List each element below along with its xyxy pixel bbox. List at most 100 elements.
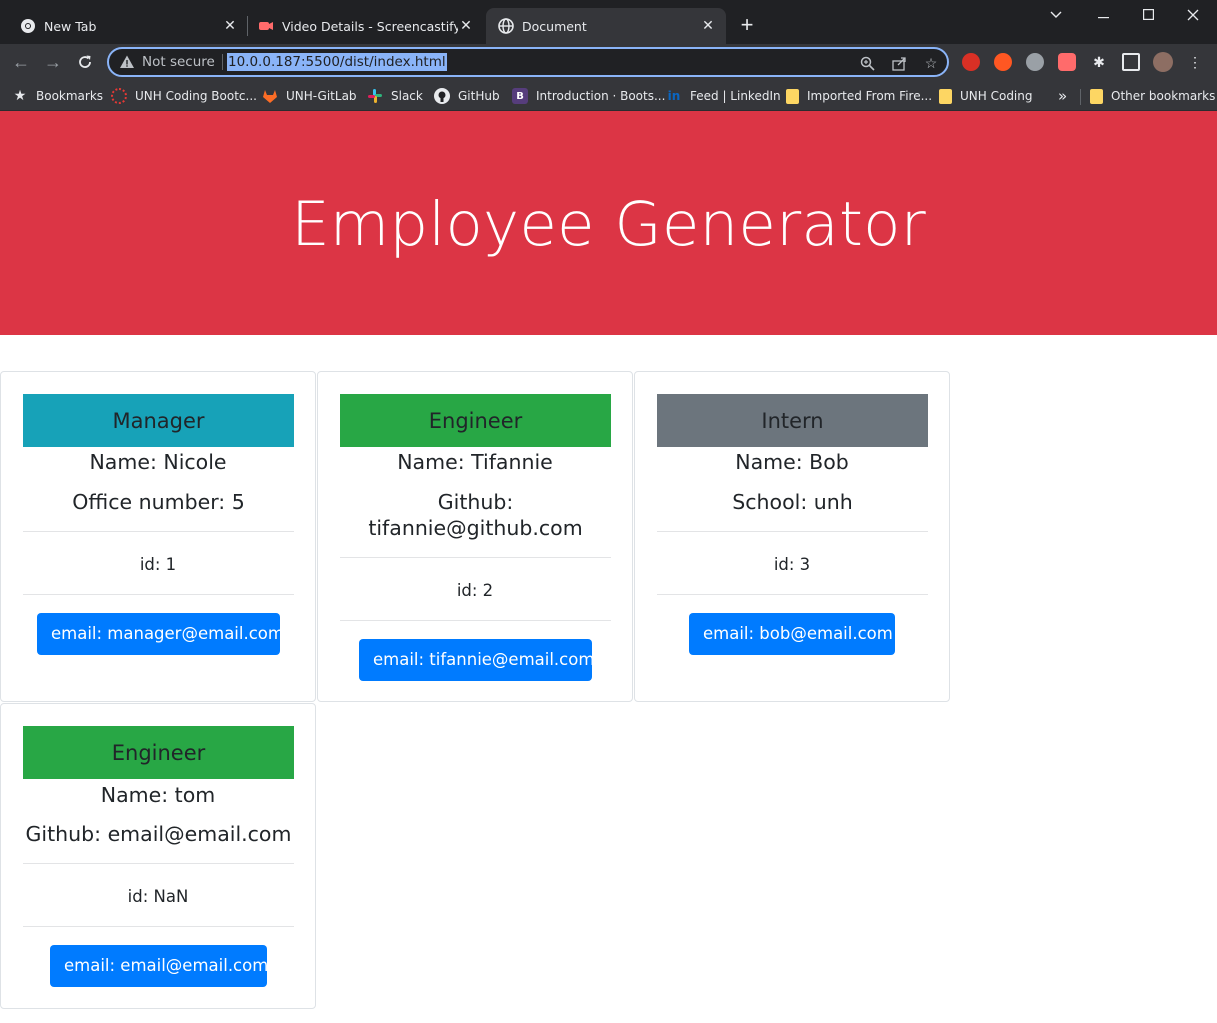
divider xyxy=(657,531,928,532)
unh-icon xyxy=(111,88,127,104)
music-extension-icon[interactable] xyxy=(1026,53,1044,71)
gitlab-icon xyxy=(262,88,278,104)
bookmark-label: Feed | LinkedIn xyxy=(690,89,781,103)
bookmark-label: UNH Coding xyxy=(960,89,1033,103)
bookmark-bootstrap[interactable]: B Introduction · Boots... xyxy=(512,85,665,107)
slack-icon xyxy=(367,88,383,104)
back-arrow-icon[interactable]: ← xyxy=(9,50,33,74)
bookmarks-bar: ★ Bookmarks UNH Coding Bootc... UNH-GitL… xyxy=(0,80,1217,111)
new-tab-button[interactable]: + xyxy=(737,14,757,38)
email-button[interactable]: email: email@email.com xyxy=(50,945,268,987)
card-role-header: Engineer xyxy=(340,394,611,447)
bookmark-label: UNH Coding Bootc... xyxy=(135,89,257,103)
screencastify-icon xyxy=(258,18,274,34)
bookmark-bookmarks[interactable]: ★ Bookmarks xyxy=(12,85,103,107)
bookmarks-overflow-chevron-icon[interactable]: » xyxy=(1058,85,1067,107)
card-role-header: Engineer xyxy=(23,726,294,779)
email-button[interactable]: email: manager@email.com xyxy=(37,613,284,655)
tab-document[interactable]: Document ✕ xyxy=(486,8,726,44)
email-button[interactable]: email: tifannie@email.com xyxy=(359,639,594,681)
employee-name: Name: Nicole xyxy=(89,450,227,474)
card-role-header: Intern xyxy=(657,394,928,447)
bookmark-linkedin[interactable]: in Feed | LinkedIn xyxy=(666,85,781,107)
employee-office-number: Office number: 5 xyxy=(72,490,245,514)
card-role-header: Manager xyxy=(23,394,294,447)
divider xyxy=(23,926,294,927)
bookmark-label: Imported From Fire... xyxy=(807,89,933,103)
divider xyxy=(23,594,294,595)
bookmark-github[interactable]: GitHub xyxy=(434,85,500,107)
close-icon[interactable]: ✕ xyxy=(222,18,238,34)
url-text[interactable]: 10.0.0.187:5500/dist/index.html xyxy=(227,53,447,71)
page-title: Employee Generator xyxy=(291,189,926,260)
employee-github-value: tifannie@github.com xyxy=(368,516,583,540)
bookmark-other-bookmarks[interactable]: Other bookmarks xyxy=(1090,85,1215,107)
star-bookmark-icon[interactable]: ☆ xyxy=(921,53,941,73)
folder-icon xyxy=(1090,88,1103,104)
globe-icon xyxy=(498,18,514,34)
bookmark-unh-gitlab[interactable]: UNH-GitLab xyxy=(262,85,357,107)
close-icon[interactable]: ✕ xyxy=(700,18,716,34)
side-panel-icon[interactable] xyxy=(1122,53,1140,71)
profile-avatar[interactable] xyxy=(1153,52,1173,72)
puzzle-extensions-icon[interactable]: ✱ xyxy=(1090,53,1108,71)
divider xyxy=(23,531,294,532)
bookmark-label: Introduction · Boots... xyxy=(536,89,666,103)
tab-title: New Tab xyxy=(44,18,97,34)
kebab-menu-icon[interactable]: ⋮ xyxy=(1186,53,1204,71)
maximize-icon[interactable] xyxy=(1125,4,1171,26)
github-icon xyxy=(434,88,450,104)
share-icon[interactable] xyxy=(889,53,909,73)
tab-new-tab[interactable]: New Tab ✕ xyxy=(8,8,248,44)
star-icon: ★ xyxy=(13,88,27,104)
tab-screencastify[interactable]: Video Details - Screencastify ✕ xyxy=(248,8,484,44)
cloud-extension-icon[interactable] xyxy=(994,53,1012,71)
header-jumbotron: Employee Generator xyxy=(0,111,1217,335)
employee-id: id: 2 xyxy=(456,581,494,600)
tab-title: Video Details - Screencastify xyxy=(282,18,458,34)
divider xyxy=(657,594,928,595)
warning-triangle-icon[interactable] xyxy=(119,54,135,70)
bookmark-label: GitHub xyxy=(458,89,500,103)
adblock-extension-icon[interactable] xyxy=(962,53,980,71)
employee-school: School: unh xyxy=(732,490,853,514)
screencastify-extension-icon[interactable] xyxy=(1058,53,1076,71)
email-button[interactable]: email: bob@email.com xyxy=(689,613,895,655)
bookmark-unh-coding-bootcamp[interactable]: UNH Coding Bootc... xyxy=(111,85,257,107)
bookmark-label: UNH-GitLab xyxy=(286,89,357,103)
tab-strip: New Tab ✕ Video Details - Screencastify … xyxy=(0,0,1217,44)
close-icon[interactable]: ✕ xyxy=(458,18,474,34)
employee-card-engineer: Engineer Name: tom Github: email@email.c… xyxy=(0,703,316,1009)
address-bar[interactable]: Not secure 10.0.0.187:5500/dist/index.ht… xyxy=(107,47,949,77)
folder-icon xyxy=(939,88,952,104)
window-close-icon[interactable] xyxy=(1170,4,1216,26)
bookmark-divider xyxy=(1080,89,1081,105)
linkedin-icon: in xyxy=(667,89,681,103)
employee-id: id: 3 xyxy=(773,555,811,574)
address-divider xyxy=(222,54,223,70)
employee-id: id: NaN xyxy=(127,887,189,906)
employee-github: Github: email@email.com xyxy=(25,822,292,846)
employee-id: id: 1 xyxy=(139,555,177,574)
employee-card-manager: Manager Name: Nicole Office number: 5 id… xyxy=(0,371,316,702)
security-label[interactable]: Not secure xyxy=(142,54,215,70)
bookmark-slack[interactable]: Slack xyxy=(367,85,423,107)
bootstrap-icon: B xyxy=(512,88,528,104)
browser-toolbar: ← → Not secure 10.0.0.187:5500/dist/inde… xyxy=(0,44,1217,80)
employee-name: Name: Bob xyxy=(735,450,849,474)
employee-card-engineer: Engineer Name: Tifannie Github: tifannie… xyxy=(317,371,633,702)
bookmark-imported-from-firefox[interactable]: Imported From Fire... xyxy=(786,85,932,107)
bookmark-label: Slack xyxy=(391,89,423,103)
tab-search-chevron-icon[interactable] xyxy=(1033,4,1079,26)
minimize-icon[interactable] xyxy=(1080,4,1126,26)
bookmark-label: Bookmarks xyxy=(36,89,104,103)
employee-card-intern: Intern Name: Bob School: unh id: 3 email… xyxy=(634,371,950,702)
employee-github-label: Github: xyxy=(437,490,514,514)
divider xyxy=(23,863,294,864)
zoom-icon[interactable] xyxy=(857,53,877,73)
bookmark-unh-coding[interactable]: UNH Coding xyxy=(939,85,1033,107)
employee-name: Name: Tifannie xyxy=(397,450,553,474)
divider xyxy=(340,557,611,558)
reload-icon[interactable] xyxy=(73,50,97,74)
forward-arrow-icon[interactable]: → xyxy=(41,50,65,74)
